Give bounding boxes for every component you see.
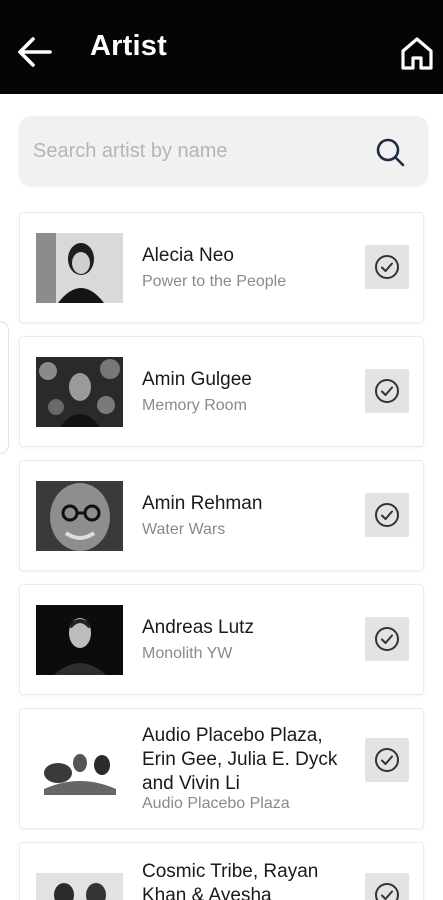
select-button[interactable] bbox=[365, 738, 409, 782]
select-button[interactable] bbox=[365, 873, 409, 900]
home-button[interactable] bbox=[399, 35, 435, 71]
artist-work: Audio Placebo Plaza bbox=[142, 795, 290, 812]
select-button[interactable] bbox=[365, 245, 409, 289]
artist-card[interactable]: Alecia Neo Power to the People bbox=[19, 212, 424, 323]
artist-card[interactable]: Andreas Lutz Monolith YW bbox=[19, 584, 424, 695]
artist-photo bbox=[36, 873, 123, 900]
artist-photo bbox=[36, 233, 123, 303]
artist-photo bbox=[36, 357, 123, 427]
app-header: Artist bbox=[0, 0, 443, 94]
search-icon[interactable] bbox=[374, 136, 406, 168]
select-button[interactable] bbox=[365, 617, 409, 661]
artist-card[interactable]: Audio Placebo Plaza, Erin Gee, Julia E. … bbox=[19, 708, 424, 829]
artist-name: Cosmic Tribe, Rayan Khan & Ayesha bbox=[142, 861, 319, 900]
artist-card[interactable]: Cosmic Tribe, Rayan Khan & Ayesha bbox=[19, 842, 424, 900]
check-circle-icon bbox=[375, 255, 399, 279]
artist-work: Memory Room bbox=[142, 397, 247, 414]
home-icon bbox=[401, 37, 433, 70]
back-button[interactable] bbox=[17, 36, 53, 68]
side-drawer-handle[interactable] bbox=[0, 321, 9, 454]
search-input[interactable] bbox=[33, 134, 363, 168]
artist-photo bbox=[36, 605, 123, 675]
artist-photo bbox=[36, 481, 123, 551]
arrow-left-icon bbox=[18, 37, 52, 67]
artist-name: Andreas Lutz bbox=[142, 617, 254, 638]
artist-work: Power to the People bbox=[142, 273, 287, 290]
check-circle-icon bbox=[375, 883, 399, 900]
select-button[interactable] bbox=[365, 369, 409, 413]
search-bar bbox=[19, 116, 428, 186]
artist-card[interactable]: Amin Rehman Water Wars bbox=[19, 460, 424, 571]
check-circle-icon bbox=[375, 748, 399, 772]
check-circle-icon bbox=[375, 379, 399, 403]
page-title: Artist bbox=[90, 30, 167, 62]
artist-card[interactable]: Amin Gulgee Memory Room bbox=[19, 336, 424, 447]
artist-name: Amin Gulgee bbox=[142, 369, 252, 390]
artist-name: Audio Placebo Plaza, Erin Gee, Julia E. … bbox=[142, 725, 338, 794]
artist-work: Monolith YW bbox=[142, 645, 233, 662]
check-circle-icon bbox=[375, 627, 399, 651]
artist-name: Alecia Neo bbox=[142, 245, 234, 266]
artist-photo bbox=[36, 733, 123, 803]
check-circle-icon bbox=[375, 503, 399, 527]
artist-name: Amin Rehman bbox=[142, 493, 263, 514]
select-button[interactable] bbox=[365, 493, 409, 537]
artist-work: Water Wars bbox=[142, 521, 226, 538]
